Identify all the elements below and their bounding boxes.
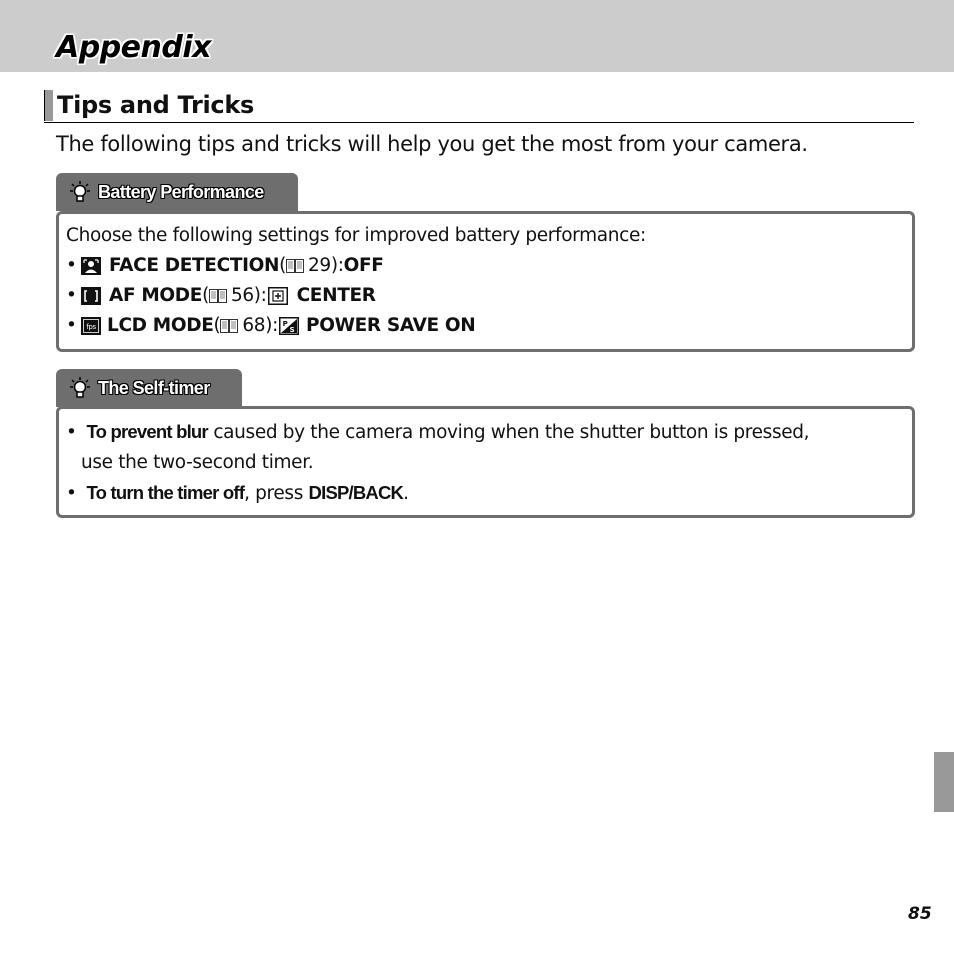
svg-text:P: P xyxy=(283,320,288,328)
paren-close: ): xyxy=(253,285,267,306)
paren-open: ( xyxy=(202,285,209,306)
selftimer-tip-content: • To prevent blur caused by the camera m… xyxy=(66,417,810,509)
lightbulb-icon xyxy=(70,181,90,202)
chapter-thumb-tab xyxy=(934,752,954,812)
bullet: • xyxy=(66,315,77,336)
paren-open: ( xyxy=(279,255,287,276)
paren-close: ): xyxy=(265,315,278,336)
lightbulb-icon xyxy=(70,377,90,398)
bullet: • xyxy=(66,422,77,443)
lcd-mode-fps-icon: fps xyxy=(81,317,101,335)
battery-tip-content: Choose the following settings for improv… xyxy=(66,221,646,341)
chapter-title: Appendix xyxy=(56,30,211,65)
list-item-continuation: use the two-second timer. xyxy=(66,448,809,478)
center-af-icon xyxy=(267,287,288,305)
page-ref: 29 xyxy=(308,255,331,276)
svg-text:fps: fps xyxy=(86,323,96,331)
page-ref: 56 xyxy=(230,285,254,306)
setting-name: FACE DETECTION xyxy=(109,255,280,276)
battery-tip-tab: Battery Performance xyxy=(56,173,298,211)
battery-tip-box: Choose the following settings for improv… xyxy=(56,211,915,352)
face-detection-icon xyxy=(81,257,101,275)
page-ref: 68 xyxy=(242,315,266,336)
intro-text: The following tips and tricks will help … xyxy=(56,132,808,156)
tip-text: , press xyxy=(244,483,309,504)
section-marker xyxy=(44,90,53,121)
button-name: DISP/BACK xyxy=(308,482,404,503)
af-mode-icon xyxy=(81,287,101,305)
power-save-icon: PS xyxy=(278,317,299,335)
svg-text:S: S xyxy=(290,326,295,334)
battery-tip-title: Battery Performance xyxy=(98,181,264,202)
selftimer-tip-tab: The Self-timer xyxy=(56,369,242,407)
page-number: 85 xyxy=(908,904,932,924)
battery-lead: Choose the following settings for improv… xyxy=(66,225,646,246)
paren-close: ): xyxy=(330,255,344,276)
tip-emphasis: To turn the timer off xyxy=(86,482,245,503)
list-item: • To prevent blur caused by the camera m… xyxy=(66,417,810,448)
section-title: Tips and Tricks xyxy=(57,91,255,119)
tip-text: use the two-second timer. xyxy=(81,452,314,473)
book-icon xyxy=(286,259,305,273)
bullet: • xyxy=(66,483,77,504)
bullet: • xyxy=(66,255,77,276)
bullet: • xyxy=(66,285,77,306)
setting-value: CENTER xyxy=(296,285,376,306)
book-icon xyxy=(220,319,239,333)
list-item: • FACE DETECTION ( 29 ): OFF xyxy=(66,251,646,281)
list-item: • fps LCD MODE ( 68 ): PS POWER SAVE ON xyxy=(66,311,646,341)
list-item: • To turn the timer off, press DISP/BACK… xyxy=(66,478,809,509)
setting-value: POWER SAVE ON xyxy=(305,315,476,336)
list-item: • AF MODE ( 56 ): CENTER xyxy=(66,281,646,311)
selftimer-tip-title: The Self-timer xyxy=(98,377,210,398)
setting-value: OFF xyxy=(343,255,384,276)
book-icon xyxy=(208,289,227,303)
setting-name: LCD MODE xyxy=(107,315,214,336)
tip-emphasis: To prevent blur xyxy=(86,421,209,442)
paren-open: ( xyxy=(213,315,221,336)
selftimer-tip-box: • To prevent blur caused by the camera m… xyxy=(56,406,915,518)
section-heading: Tips and Tricks xyxy=(44,90,914,123)
tip-text: caused by the camera moving when the shu… xyxy=(207,422,810,443)
tip-text: . xyxy=(403,483,409,504)
setting-name: AF MODE xyxy=(109,285,203,306)
